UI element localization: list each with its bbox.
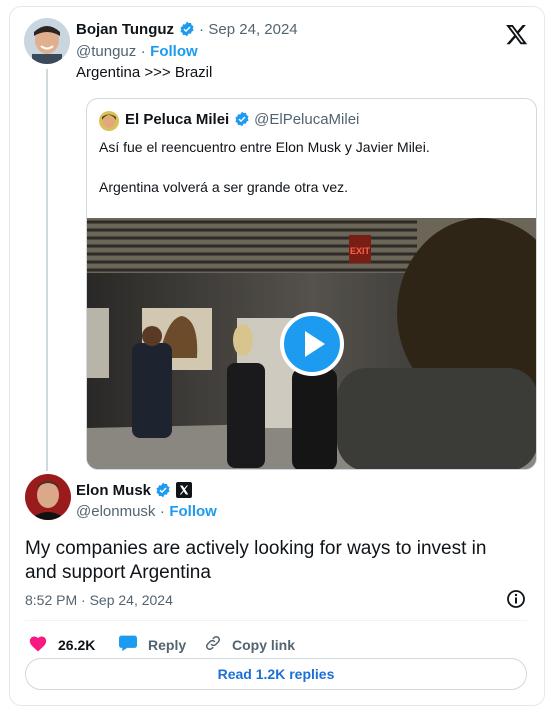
reply-label: Reply [148,636,187,653]
divider [25,620,527,621]
bojan-subheader: @tunguz · Follow [76,43,198,61]
thread-connector-line [46,69,48,471]
elon-name[interactable]: Elon Musk [76,482,151,499]
bojan-avatar[interactable] [24,18,70,64]
separator-dot: · [140,43,146,60]
verified-badge-icon [234,111,250,132]
elon-tweet-line-2: and support Argentina [25,562,211,583]
el-peluca-name: El Peluca Milei [125,111,230,128]
el-peluca-header: El Peluca Milei @ElPelucaMilei [125,111,359,132]
verified-badge-icon [179,21,195,42]
play-button[interactable] [280,312,344,376]
link-icon [204,634,222,655]
follow-elon-button[interactable]: Follow [169,503,217,520]
like-action[interactable]: 26.2K [28,634,95,655]
el-peluca-avatar [99,111,119,131]
bojan-handle[interactable]: @tunguz [76,43,136,60]
elon-subheader: @elonmusk · Follow [76,503,217,521]
quoted-tweet-card[interactable]: El Peluca Milei @ElPelucaMilei Así fue e… [86,98,537,470]
bojan-date[interactable]: Sep 24, 2024 [208,21,297,38]
copy-link-label: Copy link [232,636,296,653]
bojan-tweet-text: Argentina >>> Brazil [76,64,213,81]
copy-link-action[interactable]: Copy link [204,634,295,655]
info-icon[interactable] [506,589,526,614]
x-logo-icon[interactable] [506,25,528,50]
tweet-timestamp[interactable]: 8:52 PM · Sep 24, 2024 [25,592,173,608]
read-replies-button[interactable]: Read 1.2K replies [25,658,527,690]
x-affiliate-badge-icon [175,482,192,503]
tweet-embed-card: Bojan Tunguz · Sep 24, 2024 @tunguz · Fo… [9,6,545,706]
el-peluca-handle: @ElPelucaMilei [254,111,360,128]
likes-count: 26.2K [58,636,96,653]
reply-bubble-icon [118,634,138,655]
separator-dot: · [159,503,165,520]
elon-avatar[interactable] [25,474,71,520]
quoted-text-line-2: Argentina volverá a ser grande otra vez. [99,179,349,195]
verified-badge-icon [155,482,171,503]
bojan-header: Bojan Tunguz · Sep 24, 2024 [76,21,298,42]
bojan-name[interactable]: Bojan Tunguz [76,21,174,38]
elon-header: Elon Musk [76,482,192,503]
separator-dot: · [198,21,204,38]
heart-icon [28,634,48,655]
video-thumbnail[interactable]: EXIT [87,218,536,469]
elon-tweet-line-1: My companies are actively looking for wa… [25,538,487,559]
exit-sign-text: EXIT [350,246,371,256]
elon-tweet-text: My companies are actively looking for wa… [25,537,486,585]
follow-bojan-button[interactable]: Follow [150,43,198,60]
elon-handle[interactable]: @elonmusk [76,503,155,520]
reply-action[interactable]: Reply [118,634,186,655]
quoted-text-line-1: Así fue el reencuentro entre Elon Musk y… [99,139,430,155]
play-icon [305,331,325,357]
